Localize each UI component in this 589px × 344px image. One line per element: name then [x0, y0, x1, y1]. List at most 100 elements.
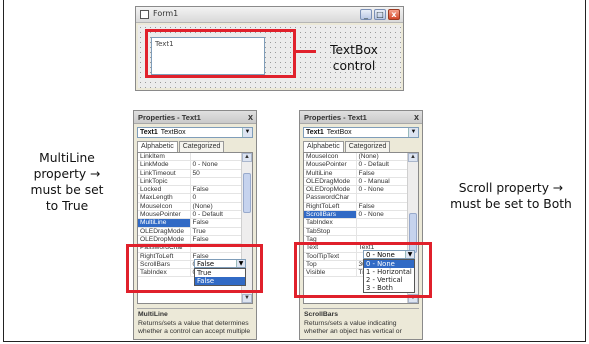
tab-alphabetic[interactable]: Alphabetic — [303, 141, 344, 152]
chevron-down-icon[interactable]: ▼ — [242, 128, 252, 137]
property-name: LinkMode — [138, 161, 191, 169]
property-value[interactable]: 0 - Default — [357, 161, 407, 168]
scroll-annotation-line2: must be set to Both — [450, 197, 572, 211]
property-value[interactable]: (None) — [357, 153, 407, 160]
multiline-highlight-box — [126, 244, 263, 293]
multiline-annotation-line3: must be set — [30, 183, 104, 197]
properties-tabs-right: Alphabetic Categorized — [303, 141, 391, 152]
property-name: RightToLeft — [304, 202, 357, 211]
property-row[interactable]: LinkMode 0 - None — [138, 161, 241, 170]
property-row[interactable]: PasswordChar — [304, 194, 407, 203]
tab-alphabetic[interactable]: Alphabetic — [137, 141, 178, 152]
property-value[interactable]: False — [357, 170, 407, 177]
property-value[interactable] — [357, 228, 407, 235]
property-name: MultiLine — [304, 169, 357, 177]
property-value[interactable]: False — [191, 236, 241, 243]
property-name: MousePointer — [304, 161, 357, 169]
property-name: OLEDragMode — [304, 177, 357, 186]
property-row[interactable]: LinkItem — [138, 153, 241, 162]
property-value[interactable]: False — [191, 186, 241, 193]
form-title: Form1 — [153, 9, 179, 18]
tab-categorized[interactable]: Categorized — [178, 141, 225, 152]
property-row[interactable]: MousePointer 0 - Default — [138, 211, 241, 220]
textbox-connector — [296, 50, 316, 53]
property-value[interactable] — [357, 194, 407, 201]
property-value[interactable]: 0 - Manual — [357, 178, 407, 185]
maximize-button[interactable]: □ — [374, 9, 386, 20]
form-icon — [140, 10, 149, 19]
scroll-annotation: Scroll property → must be set to Both — [441, 180, 581, 212]
scrollbars-highlight-box — [294, 242, 432, 298]
scroll-up-icon[interactable]: ▲ — [242, 153, 252, 162]
description-pane-left: MultiLine Returns/sets a value that dete… — [137, 308, 253, 339]
property-value[interactable]: True — [191, 228, 241, 235]
close-button[interactable]: x — [388, 9, 400, 20]
tab-categorized[interactable]: Categorized — [344, 141, 391, 152]
property-value[interactable] — [191, 153, 241, 160]
property-row[interactable]: TabStop — [304, 227, 407, 236]
property-name: TabIndex — [304, 219, 357, 227]
description-text: Returns/sets a value that determines whe… — [138, 320, 251, 335]
property-row[interactable]: LinkTopic — [138, 177, 241, 187]
property-value[interactable] — [357, 219, 407, 226]
property-row[interactable]: ScrollBars0 - None — [304, 211, 407, 220]
minimize-button[interactable]: _ — [360, 9, 372, 20]
object-name: Text1 — [306, 129, 324, 136]
textbox-annotation-line2: control — [332, 59, 376, 73]
multiline-annotation-line1: MultiLine — [39, 151, 95, 165]
property-row[interactable]: LinkTimeout 50 — [138, 169, 241, 178]
multiline-annotation-line4: to True — [45, 199, 89, 213]
properties-title-text: Properties - Text1 — [304, 113, 367, 122]
close-icon[interactable]: x — [248, 112, 253, 122]
property-name: OLEDropMode — [304, 186, 357, 194]
object-selector-left[interactable]: Text1 TextBox ▼ — [137, 127, 253, 138]
properties-panel-left: Properties - Text1 x Text1 TextBox ▼ Alph… — [133, 110, 257, 340]
property-value[interactable]: (None) — [191, 203, 241, 210]
scroll-down-icon[interactable]: ▼ — [242, 294, 252, 303]
property-value[interactable]: False — [357, 203, 407, 210]
property-row[interactable]: TabIndex — [304, 219, 407, 228]
property-value[interactable]: 0 - None — [357, 186, 407, 193]
object-selector-right[interactable]: Text1 TextBox ▼ — [303, 127, 419, 138]
property-name: ScrollBars — [304, 211, 357, 219]
property-row[interactable]: OLEDragMode 0 - Manual — [304, 177, 407, 187]
property-row[interactable]: MousePointer 0 - Default — [304, 161, 407, 170]
property-row[interactable]: OLEDragMode True — [138, 227, 241, 236]
property-value[interactable]: 0 - None — [191, 161, 241, 168]
property-name: Locked — [138, 186, 191, 194]
property-row[interactable]: MaxLength 0 — [138, 194, 241, 203]
description-title: MultiLine — [138, 311, 168, 318]
object-name: Text1 — [140, 129, 158, 136]
property-row[interactable]: MultiLine False — [138, 219, 241, 228]
description-title: ScrollBars — [304, 311, 339, 318]
property-row[interactable]: Locked False — [138, 186, 241, 195]
property-name: MouseIcon — [138, 202, 191, 211]
property-value[interactable]: 50 — [191, 170, 241, 177]
description-text: Returns/sets a value indicating whether … — [304, 320, 402, 335]
property-value[interactable]: 0 — [191, 194, 241, 201]
property-value[interactable]: 0 - None — [357, 211, 407, 218]
property-row[interactable]: MouseIcon (None) — [304, 153, 407, 162]
property-value[interactable]: 0 - Default — [191, 211, 241, 218]
slide: Form1 _ □ x Text1 TextBox control Proper… — [0, 0, 589, 344]
property-name: PasswordChar — [304, 194, 357, 202]
property-row[interactable]: OLEDropMode 0 - None — [304, 186, 407, 195]
property-row[interactable]: MouseIcon (None) — [138, 202, 241, 212]
textbox-highlight-box — [145, 29, 296, 78]
textbox-annotation: TextBox control — [319, 42, 389, 74]
textbox-annotation-line1: TextBox — [330, 43, 378, 57]
property-value[interactable] — [191, 178, 241, 185]
object-type: TextBox — [326, 129, 352, 136]
property-name: LinkTimeout — [138, 169, 191, 177]
close-icon[interactable]: x — [414, 112, 419, 122]
scroll-thumb[interactable] — [243, 173, 251, 213]
property-name: MaxLength — [138, 194, 191, 202]
property-name: TabStop — [304, 227, 357, 235]
property-row[interactable]: RightToLeft False — [304, 202, 407, 212]
chevron-down-icon[interactable]: ▼ — [408, 128, 418, 137]
property-row[interactable]: MultiLine False — [304, 169, 407, 178]
property-name: MouseIcon — [304, 153, 357, 161]
property-value[interactable]: False — [191, 219, 241, 226]
property-name: OLEDragMode — [138, 227, 191, 235]
scroll-up-icon[interactable]: ▲ — [408, 153, 418, 162]
